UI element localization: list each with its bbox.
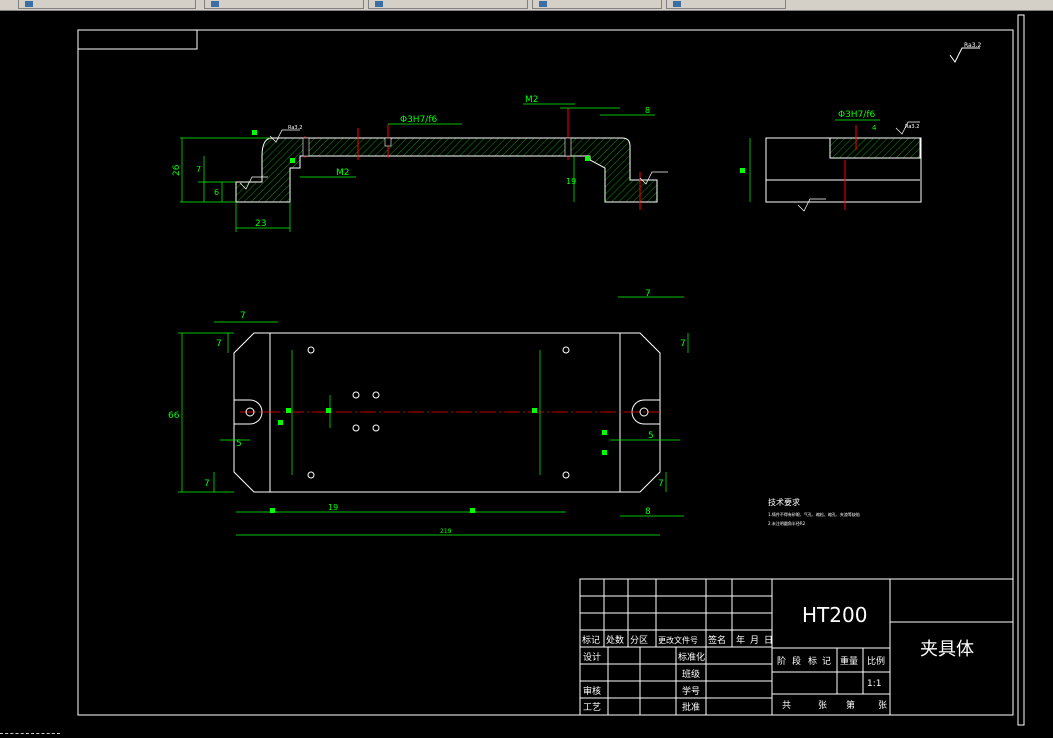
- taskbar-button[interactable]: [368, 0, 528, 9]
- svg-text:HT200: HT200: [802, 603, 867, 627]
- svg-text:7: 7: [680, 339, 686, 349]
- window-icon: [375, 1, 383, 7]
- svg-text:Ra3.2: Ra3.2: [288, 125, 302, 131]
- svg-text:批准: 批准: [682, 701, 700, 713]
- window-icon: [25, 1, 33, 7]
- outer-border: [1017, 14, 1025, 726]
- svg-text:M2: M2: [336, 168, 350, 178]
- svg-text:26: 26: [172, 164, 182, 176]
- window-icon: [673, 1, 681, 7]
- svg-text:重量: 重量: [840, 655, 858, 667]
- svg-text:比例: 比例: [867, 655, 885, 667]
- svg-text:1:1: 1:1: [867, 679, 881, 689]
- taskbar-button[interactable]: [666, 0, 786, 9]
- svg-text:更改文件号: 更改文件号: [658, 635, 698, 645]
- svg-text:月: 月: [750, 635, 759, 646]
- side-view: Φ3H7/f6 Ra3.2 4: [740, 110, 922, 212]
- svg-text:23: 23: [255, 219, 266, 229]
- svg-text:夹具体: 夹具体: [920, 639, 974, 660]
- svg-text:学号: 学号: [682, 685, 700, 697]
- svg-text:219: 219: [440, 528, 452, 535]
- svg-text:7: 7: [216, 339, 222, 349]
- svg-text:6: 6: [214, 188, 219, 197]
- window-icon: [211, 1, 219, 7]
- svg-text:工艺: 工艺: [583, 702, 601, 713]
- svg-text:张: 张: [878, 700, 887, 711]
- svg-text:7: 7: [658, 479, 664, 489]
- svg-text:签名: 签名: [708, 634, 726, 646]
- svg-text:Φ3H7/f6: Φ3H7/f6: [400, 115, 438, 125]
- svg-text:处数: 处数: [606, 634, 624, 646]
- svg-text:标准化: 标准化: [678, 651, 705, 663]
- svg-text:5: 5: [648, 431, 654, 441]
- roughness-symbol: Ra3.2: [949, 42, 981, 63]
- taskbar-button[interactable]: [532, 0, 662, 9]
- svg-text:技术要求: 技术要求: [768, 497, 800, 507]
- svg-text:5: 5: [236, 439, 242, 449]
- svg-text:8: 8: [645, 507, 651, 517]
- taskbar: [0, 0, 1053, 11]
- svg-text:年: 年: [736, 634, 745, 646]
- svg-text:设计: 设计: [583, 651, 601, 663]
- svg-text:7: 7: [196, 165, 201, 174]
- svg-text:标: 标: [808, 655, 817, 667]
- svg-text:7: 7: [645, 289, 651, 299]
- svg-text:2.未注明圆角半径R2: 2.未注明圆角半径R2: [768, 520, 806, 526]
- svg-text:Φ3H7/f6: Φ3H7/f6: [838, 110, 876, 120]
- svg-text:第: 第: [846, 699, 855, 711]
- svg-text:班级: 班级: [682, 668, 700, 680]
- svg-text:7: 7: [204, 479, 210, 489]
- tech-requirements: 技术要求 1.铸件不得有砂眼、气孔、缩松、缩孔、夹渣等缺陷 2.未注明圆角半径R…: [768, 497, 860, 526]
- status-line: [0, 733, 60, 738]
- svg-text:M2: M2: [525, 95, 539, 105]
- title-block-text: HT200 夹具体 标记 处数 分区 更改文件号 签名 年 月 日 设计 审核 …: [582, 603, 974, 713]
- svg-text:Ra3.2: Ra3.2: [964, 42, 981, 49]
- svg-text:Ra3.2: Ra3.2: [905, 124, 919, 130]
- svg-text:19: 19: [328, 503, 338, 512]
- code-box: [77, 29, 198, 50]
- hole-markers: [245, 346, 649, 479]
- svg-text:张: 张: [818, 700, 827, 711]
- svg-text:记: 记: [822, 656, 831, 667]
- taskbar-button[interactable]: [18, 0, 196, 9]
- svg-text:共: 共: [782, 700, 791, 711]
- svg-text:审核: 审核: [583, 685, 601, 697]
- svg-text:1.铸件不得有砂眼、气孔、缩松、缩孔、夹渣等缺陷: 1.铸件不得有砂眼、气孔、缩松、缩孔、夹渣等缺陷: [768, 511, 860, 517]
- svg-text:4: 4: [872, 124, 877, 132]
- svg-text:阶: 阶: [777, 655, 786, 667]
- taskbar-button[interactable]: [204, 0, 364, 9]
- svg-text:8: 8: [645, 106, 650, 115]
- cad-drawing[interactable]: Ra3.2 26 7 6 23 19 M2 8 Φ3H7/f6 M2 Ra3.2…: [0, 11, 1053, 733]
- window-icon: [539, 1, 547, 7]
- plan-view: 66 7 7 5 7 19 219 7 7 5 7 8: [168, 289, 689, 536]
- svg-text:66: 66: [168, 411, 180, 421]
- drawing-border: [77, 29, 1014, 716]
- front-section-view: 26 7 6 23 19 M2 8 Φ3H7/f6 M2 Ra3.2: [172, 95, 668, 232]
- svg-text:分区: 分区: [630, 635, 648, 646]
- svg-text:19: 19: [566, 177, 576, 186]
- svg-text:日: 日: [764, 635, 773, 646]
- svg-text:段: 段: [792, 655, 801, 667]
- svg-text:标记: 标记: [582, 634, 600, 646]
- svg-text:7: 7: [240, 311, 246, 321]
